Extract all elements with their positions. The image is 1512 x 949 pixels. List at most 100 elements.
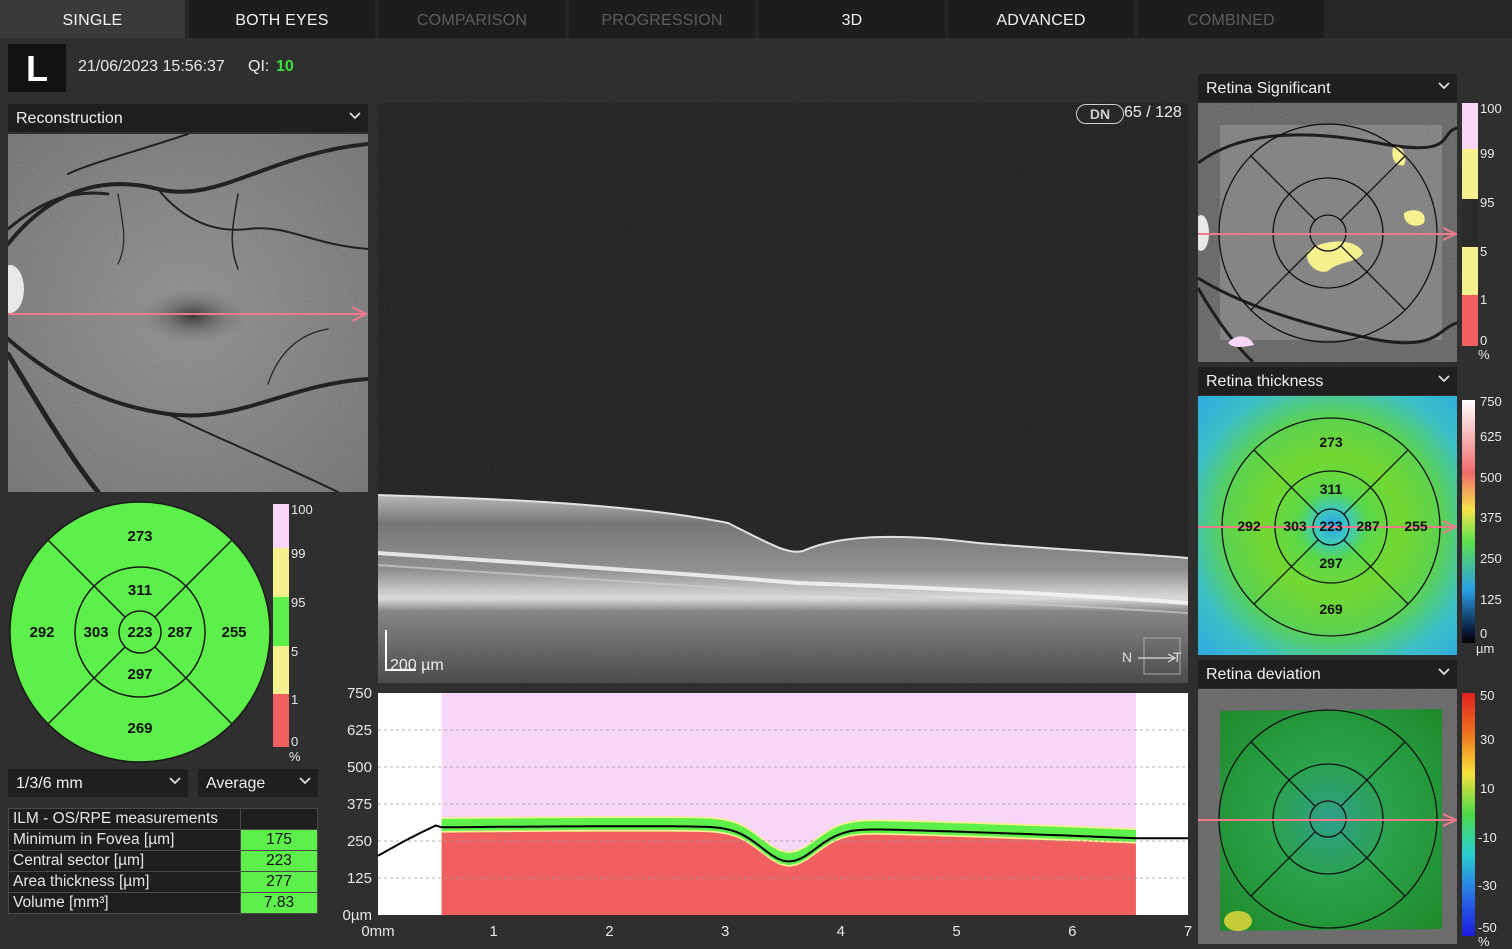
orientation-temporal: T — [1173, 649, 1182, 665]
measurement-label: Central sector [µm] — [8, 850, 241, 872]
mode-select[interactable]: Average — [198, 769, 318, 797]
chevron-down-icon — [1438, 375, 1450, 384]
scale-label: 125 — [1480, 592, 1502, 607]
eye-indicator: L — [8, 44, 66, 92]
bscan-frame-counter: 65 / 128 — [1124, 104, 1182, 121]
thickness-profile-chart[interactable]: 750 625 500 375 250 125 0µm 0mm 1 2 3 4 5 6 7 — [326, 686, 1196, 944]
scale-label: 750 — [1480, 394, 1502, 409]
x-tick-label: 4 — [837, 923, 845, 940]
chevron-down-icon — [299, 777, 311, 786]
reconstruction-dropdown-label: Reconstruction — [16, 110, 123, 127]
scale-label: 375 — [1480, 510, 1502, 525]
table-row: Area thickness [µm] 277 — [8, 871, 318, 893]
scale-label: -10 — [1478, 830, 1497, 845]
measurement-label: Area thickness [µm] — [8, 871, 241, 893]
y-tick-label: 625 — [347, 722, 372, 739]
etdrs-grid-left[interactable]: 273 311 223 297 269 303 287 292 255 — [8, 500, 272, 764]
y-tick-label: 0µm — [343, 907, 372, 924]
etdrs-outer-bottom: 269 — [127, 720, 153, 737]
measurements-header-empty — [240, 808, 318, 830]
retina-significant-map[interactable] — [1198, 103, 1457, 362]
tab-3d[interactable]: 3D — [759, 0, 945, 38]
scale-label: 99 — [291, 546, 306, 561]
scale-label: -30 — [1478, 878, 1497, 893]
tab-comparison[interactable]: COMPARISON — [379, 0, 565, 38]
grid-size-value: 1/3/6 mm — [16, 775, 83, 792]
scale-label: 0 — [1480, 333, 1488, 348]
measurements-header-row: ILM - OS/RPE measurements — [8, 808, 318, 830]
tab-advanced[interactable]: ADVANCED — [948, 0, 1134, 38]
scale-label: 500 — [1480, 470, 1502, 485]
reconstruction-dropdown[interactable]: Reconstruction — [8, 104, 368, 132]
etdrs-inner-right: 287 — [167, 624, 193, 641]
y-tick-label: 750 — [347, 686, 372, 702]
table-row: Volume [mm³] 7.83 — [8, 892, 318, 914]
tab-single[interactable]: SINGLE — [0, 0, 185, 38]
x-tick-label: 7 — [1184, 923, 1192, 940]
scale-label: 5 — [291, 644, 299, 659]
retina-deviation-dropdown[interactable]: Retina deviation — [1198, 660, 1457, 688]
thickness-outer-top: 273 — [1319, 434, 1343, 450]
chevron-down-icon — [349, 112, 361, 121]
table-row: Central sector [µm] 223 — [8, 850, 318, 872]
thickness-inner-right: 287 — [1356, 518, 1380, 534]
y-tick-label: 375 — [347, 796, 372, 813]
retina-thickness-title: Retina thickness — [1206, 373, 1324, 390]
scale-label: 625 — [1480, 429, 1502, 444]
measurement-value: 223 — [240, 850, 318, 872]
thickness-center: 223 — [1319, 518, 1343, 534]
top-tab-bar: SINGLE BOTH EYES COMPARISON PROGRESSION … — [0, 0, 1512, 38]
scale-label: 5 — [1480, 244, 1488, 259]
etdrs-inner-top: 311 — [127, 582, 153, 599]
retina-thickness-map[interactable]: 273 311 223 297 269 303 287 292 255 — [1198, 396, 1457, 655]
deviation-colorbar — [1462, 693, 1475, 936]
x-tick-label: 2 — [605, 923, 613, 940]
measurement-value: 175 — [240, 829, 318, 851]
tab-both-eyes[interactable]: BOTH EYES — [189, 0, 375, 38]
scale-unit: % — [1478, 347, 1490, 362]
etdrs-outer-top: 273 — [127, 528, 153, 545]
percentile-colorbar-left — [273, 504, 289, 747]
denoise-toggle[interactable]: DN — [1076, 104, 1124, 124]
scale-unit: % — [289, 749, 301, 764]
measurements-table: ILM - OS/RPE measurements Minimum in Fov… — [8, 808, 318, 914]
retina-significant-title: Retina Significant — [1206, 80, 1331, 97]
retina-thickness-dropdown[interactable]: Retina thickness — [1198, 367, 1457, 395]
scale-label: 10 — [1480, 781, 1495, 796]
retina-deviation-map[interactable] — [1198, 689, 1457, 944]
thickness-inner-left: 303 — [1283, 518, 1307, 534]
etdrs-outer-left: 292 — [29, 624, 55, 641]
tab-combined[interactable]: COMBINED — [1138, 0, 1324, 38]
grid-size-select[interactable]: 1/3/6 mm — [8, 769, 188, 797]
bscan-scalebar-label: 200 µm — [390, 657, 444, 674]
scale-label: 250 — [1480, 551, 1502, 566]
thickness-inner-bottom: 297 — [1319, 555, 1343, 571]
thickness-outer-bottom: 269 — [1319, 601, 1343, 617]
retina-significant-dropdown[interactable]: Retina Significant — [1198, 74, 1457, 102]
etdrs-inner-bottom: 297 — [127, 666, 153, 683]
thickness-outer-left: 292 — [1237, 518, 1261, 534]
x-tick-label: 5 — [952, 923, 960, 940]
scale-label: 50 — [1480, 688, 1495, 703]
scale-label: 0 — [1480, 626, 1488, 641]
table-row: Minimum in Fovea [µm] 175 — [8, 829, 318, 851]
scale-label: 95 — [291, 595, 306, 610]
etdrs-inner-left: 303 — [83, 624, 109, 641]
scale-unit: µm — [1476, 641, 1495, 656]
scale-label: 0 — [291, 734, 299, 749]
etdrs-outer-right: 255 — [221, 624, 247, 641]
oct-bscan-image[interactable]: DN 65 / 128 200 µm N T — [378, 103, 1188, 683]
y-tick-label: 250 — [347, 833, 372, 850]
chevron-down-icon — [169, 777, 181, 786]
measurement-value: 7.83 — [240, 892, 318, 914]
quality-index-label: QI: — [248, 58, 270, 75]
mode-value: Average — [206, 775, 266, 792]
fundus-reconstruction-image[interactable] — [8, 134, 368, 492]
measurements-title: ILM - OS/RPE measurements — [8, 808, 241, 830]
x-tick-label: 6 — [1068, 923, 1076, 940]
scale-label: 100 — [1480, 101, 1502, 116]
measurement-value: 277 — [240, 871, 318, 893]
y-tick-label: 125 — [347, 870, 372, 887]
orientation-nasal: N — [1122, 649, 1133, 665]
tab-progression[interactable]: PROGRESSION — [569, 0, 755, 38]
